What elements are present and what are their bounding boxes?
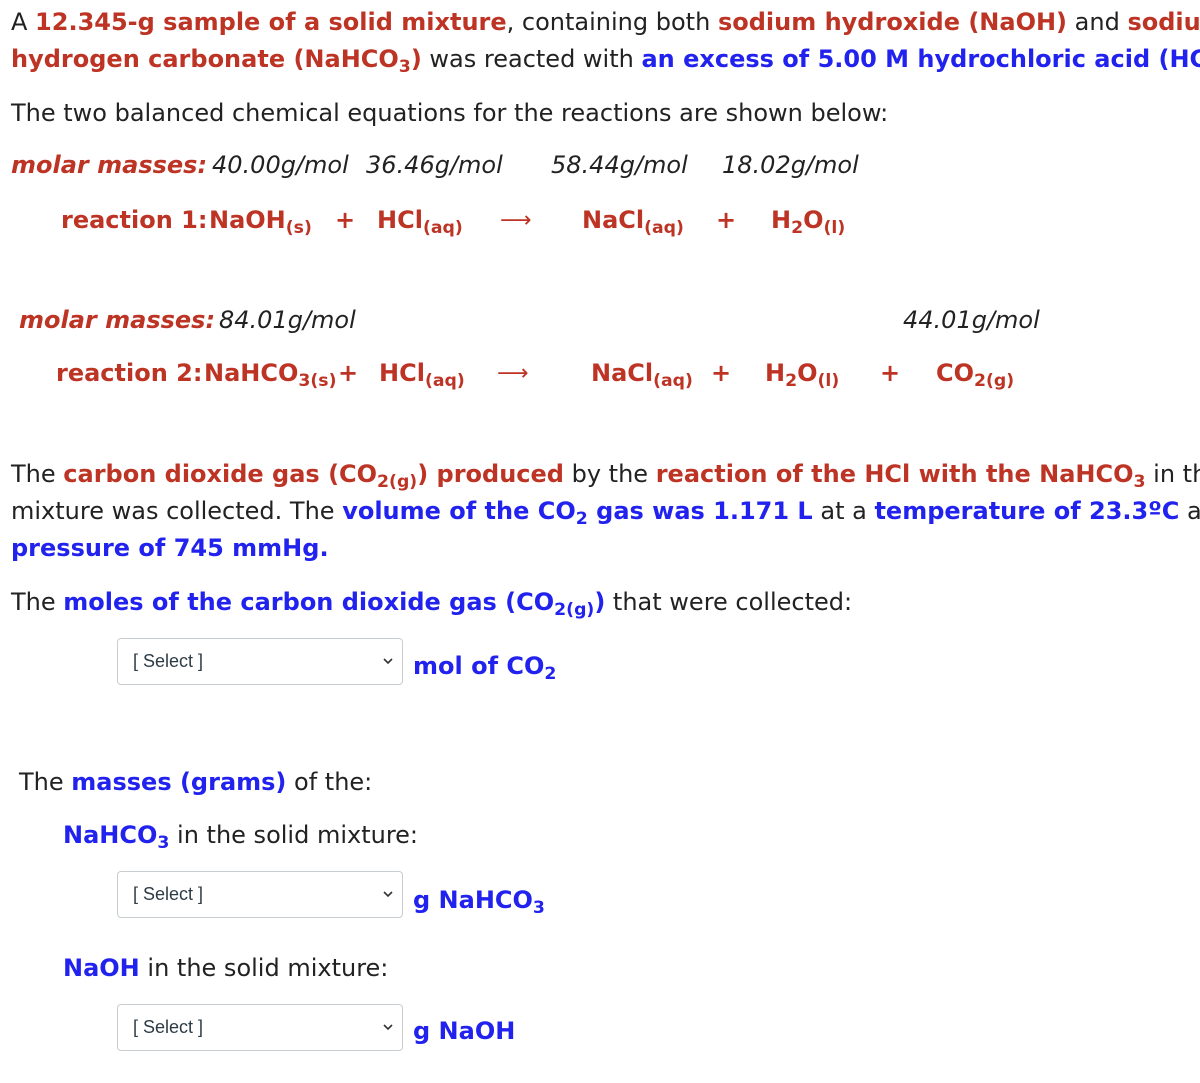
moles-co2-unit: mol of CO2 [413,652,557,685]
plus-sign: + [716,206,737,234]
reaction-arrow-icon: ⟶ [500,208,532,233]
plus-sign: + [711,359,732,387]
naoh-mass-unit: g NaOH [413,1017,516,1045]
intro-line-2: hydrogen carbonate (NaHCO3) was reacted … [11,41,1200,78]
naoh-name: sodium hydroxide (NaOH) [717,8,1068,36]
co2-volume: volume of the CO2 gas was 1.171 L [342,497,813,530]
product-nacl: NaCl(aq) [582,206,684,239]
co2-produced: carbon dioxide gas (CO2(g)) produced [63,460,564,493]
product-h2o: H2O(l) [771,206,846,239]
equations-intro: The two balanced chemical equations for … [11,99,889,127]
product-nacl: NaCl(aq) [591,359,693,392]
moles-co2-select[interactable]: [ Select ] [117,638,403,685]
co2-temperature: temperature of 23.3ºC [874,497,1180,525]
question-moles-co2: The moles of the carbon dioxide gas (CO2… [11,588,853,621]
nahco3-mass-select[interactable]: [ Select ] [117,871,403,918]
reactant-naoh: NaOH(s) [209,206,312,239]
product-co2: CO2(g) [936,359,1015,392]
reaction-1-label: reaction 1: [61,206,208,234]
molar-mass-co2: 44.01g/mol [903,306,1040,334]
chevron-down-icon [383,1024,393,1031]
molar-mass-h2o: 18.02g/mol [722,151,859,179]
product-h2o: H2O(l) [765,359,840,392]
molar-mass-nacl: 58.44g/mol [551,151,688,179]
molar-mass-nahco3: 84.01g/mol [219,306,356,334]
molar-mass-naoh: 40.00g/mol [212,151,349,179]
sample-mass: 12.345-g sample of a solid mixture [35,8,507,36]
nahco3-mass-label: NaHCO3 in the solid mixture: [63,821,419,854]
reactant-nahco3: NaHCO3(s) [204,359,337,392]
molar-masses-label: molar masses: [19,306,216,334]
reactant-hcl: HCl(aq) [377,206,463,239]
molar-mass-hcl: 36.46g/mol [366,151,503,179]
chevron-down-icon [383,891,393,898]
plus-sign: + [338,359,359,387]
co2-paragraph-line-1: The carbon dioxide gas (CO2(g)) produced… [11,460,1200,493]
reaction-description: reaction of the HCl with the NaHCO3 [655,460,1146,493]
nahco3-mass-unit: g NaHCO3 [413,886,545,919]
co2-pressure: pressure of 745 mmHg. [11,534,329,562]
naoh-mass-label: NaOH in the solid mixture: [63,954,389,982]
reaction-arrow-icon: ⟶ [497,361,529,386]
hcl-excess: an excess of 5.00 M hydrochloric acid (H… [641,45,1200,73]
co2-paragraph-line-2: mixture was collected. The volume of the… [11,497,1200,530]
naoh-mass-select[interactable]: [ Select ] [117,1004,403,1051]
plus-sign: + [880,359,901,387]
chevron-down-icon [383,658,393,665]
plus-sign: + [335,206,356,234]
reactant-hcl: HCl(aq) [379,359,465,392]
molar-masses-label: molar masses: [11,151,208,179]
question-masses: The masses (grams) of the: [19,768,373,796]
reaction-2-label: reaction 2: [56,359,203,387]
nahco3-name: hydrogen carbonate (NaHCO3) [11,45,422,78]
intro-line-1: A 12.345-g sample of a solid mixture, co… [11,8,1200,36]
